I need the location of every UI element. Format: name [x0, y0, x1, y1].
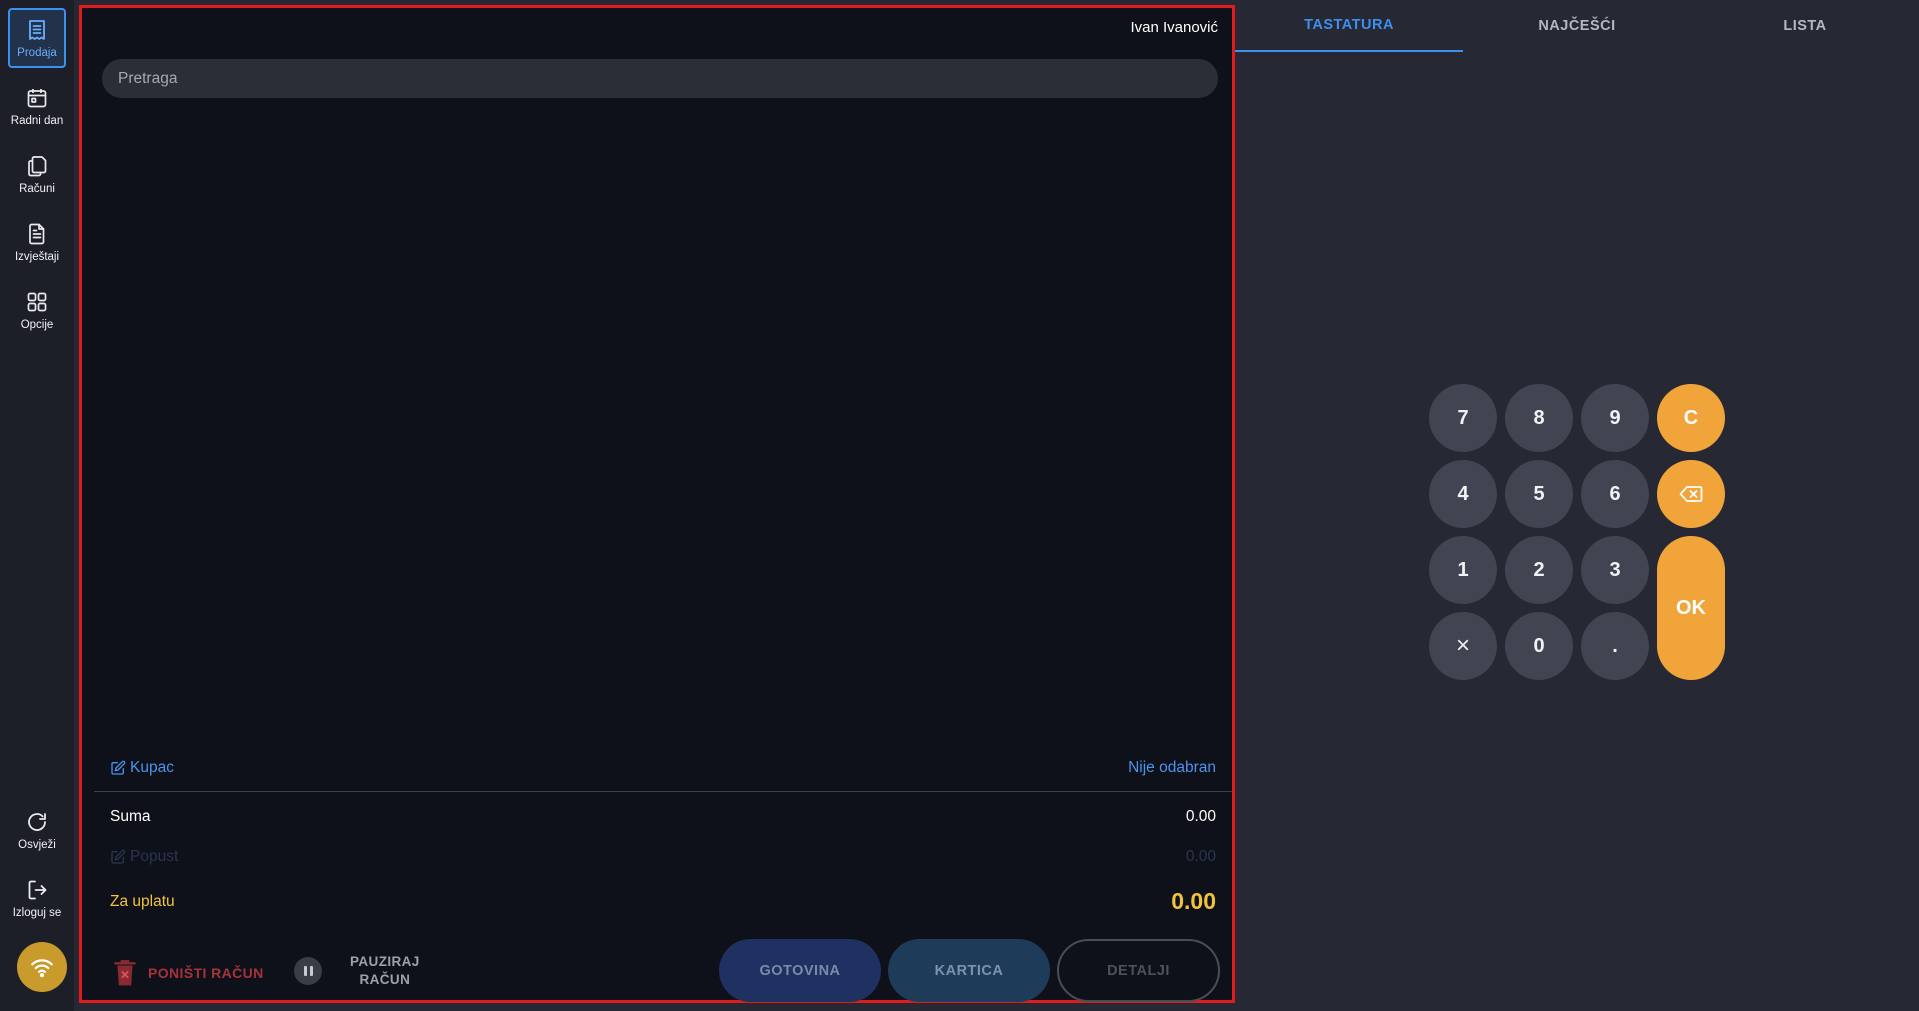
details-button[interactable]: DETALJI — [1057, 939, 1220, 1002]
customer-value[interactable]: Nije odabran — [1128, 759, 1216, 777]
grid-icon — [27, 292, 47, 311]
discount-label: Popust — [130, 848, 179, 865]
copy-icon — [28, 155, 47, 176]
search-input[interactable] — [102, 59, 1218, 98]
sidebar-item-izvjestaji[interactable]: Izvještaji — [8, 212, 66, 272]
sum-row: Suma 0.00 — [110, 808, 1216, 826]
pause-receipt-label: PAUZIRAJ RAČUN — [350, 954, 420, 987]
logout-icon — [28, 880, 47, 899]
sidebar-item-label: Prodaja — [17, 46, 57, 59]
tab-lista[interactable]: LISTA — [1691, 0, 1919, 52]
pause-icon — [294, 957, 322, 985]
customer-row: Kupac Nije odabran — [110, 759, 1216, 777]
sidebar: Prodaja Radni dan Računi Izvještaji Opci… — [0, 0, 74, 1011]
key-4[interactable]: 4 — [1429, 460, 1497, 528]
cash-button[interactable]: GOTOVINA — [719, 939, 881, 1002]
sidebar-item-opcije[interactable]: Opcije — [8, 280, 66, 340]
sidebar-item-label: Osvježi — [18, 838, 56, 851]
sidebar-item-label: Izvještaji — [14, 250, 60, 263]
pause-receipt-button[interactable]: PAUZIRAJ RAČUN — [294, 953, 420, 989]
tab-tastatura[interactable]: TASTATURA — [1235, 0, 1463, 52]
total-value: 0.00 — [1171, 888, 1216, 914]
key-ok[interactable]: OK — [1657, 536, 1725, 680]
cancel-receipt-label: PONIŠTI RAČUN — [148, 965, 264, 981]
discount-edit-button[interactable]: Popust — [110, 848, 178, 866]
key-backspace[interactable] — [1657, 460, 1725, 528]
sum-label: Suma — [110, 808, 151, 825]
key-1[interactable]: 1 — [1429, 536, 1497, 604]
key-0[interactable]: 0 — [1505, 612, 1573, 680]
numeric-keypad: 7 8 9 C 4 5 6 1 2 3 OK × 0 . — [1429, 384, 1725, 682]
edit-icon — [111, 849, 126, 864]
sidebar-item-osvjezi[interactable]: Osvježi — [8, 800, 66, 860]
sidebar-item-izloguj-se[interactable]: Izloguj se — [8, 868, 66, 928]
sidebar-item-prodaja[interactable]: Prodaja — [8, 8, 66, 68]
customer-edit-button[interactable]: Kupac — [110, 759, 174, 777]
key-2[interactable]: 2 — [1505, 536, 1573, 604]
sidebar-item-label: Izloguj se — [12, 906, 62, 919]
key-multiply[interactable]: × — [1429, 612, 1497, 680]
sum-value: 0.00 — [1185, 808, 1216, 825]
refresh-icon — [28, 812, 46, 831]
edit-icon — [111, 760, 126, 775]
key-5[interactable]: 5 — [1505, 460, 1573, 528]
key-6[interactable]: 6 — [1581, 460, 1649, 528]
key-clear[interactable]: C — [1657, 384, 1725, 452]
total-row: Za uplatu 0.00 — [110, 888, 1216, 915]
customer-label: Kupac — [130, 759, 174, 776]
tab-bar: TASTATURA NAJČEŠĆI LISTA — [1235, 0, 1919, 52]
key-3[interactable]: 3 — [1581, 536, 1649, 604]
cancel-receipt-button[interactable]: PONIŠTI RAČUN — [112, 958, 264, 988]
tab-najcesci[interactable]: NAJČEŠĆI — [1463, 0, 1691, 52]
sidebar-item-racuni[interactable]: Računi — [8, 144, 66, 204]
backspace-icon — [1679, 486, 1703, 502]
sidebar-item-label: Opcije — [20, 318, 54, 331]
sale-panel: Ivan Ivanović Kupac Nije odabran Suma 0.… — [79, 5, 1235, 1003]
discount-value: 0.00 — [1185, 848, 1216, 865]
card-button[interactable]: KARTICA — [888, 939, 1050, 1002]
document-icon — [29, 223, 45, 244]
connection-status-button[interactable] — [17, 942, 67, 992]
trash-icon — [114, 960, 136, 986]
calendar-icon — [27, 88, 47, 107]
sidebar-item-label: Računi — [19, 182, 55, 195]
key-9[interactable]: 9 — [1581, 384, 1649, 452]
sidebar-item-label: Radni dan — [10, 114, 64, 127]
sidebar-item-radni-dan[interactable]: Radni dan — [8, 76, 66, 136]
user-name: Ivan Ivanović — [1130, 19, 1218, 36]
divider — [94, 791, 1232, 792]
key-decimal[interactable]: . — [1581, 612, 1649, 680]
wifi-icon — [31, 959, 53, 978]
key-7[interactable]: 7 — [1429, 384, 1497, 452]
receipt-icon — [29, 19, 45, 40]
key-8[interactable]: 8 — [1505, 384, 1573, 452]
discount-row: Popust 0.00 — [110, 848, 1216, 866]
total-label: Za uplatu — [110, 892, 175, 910]
